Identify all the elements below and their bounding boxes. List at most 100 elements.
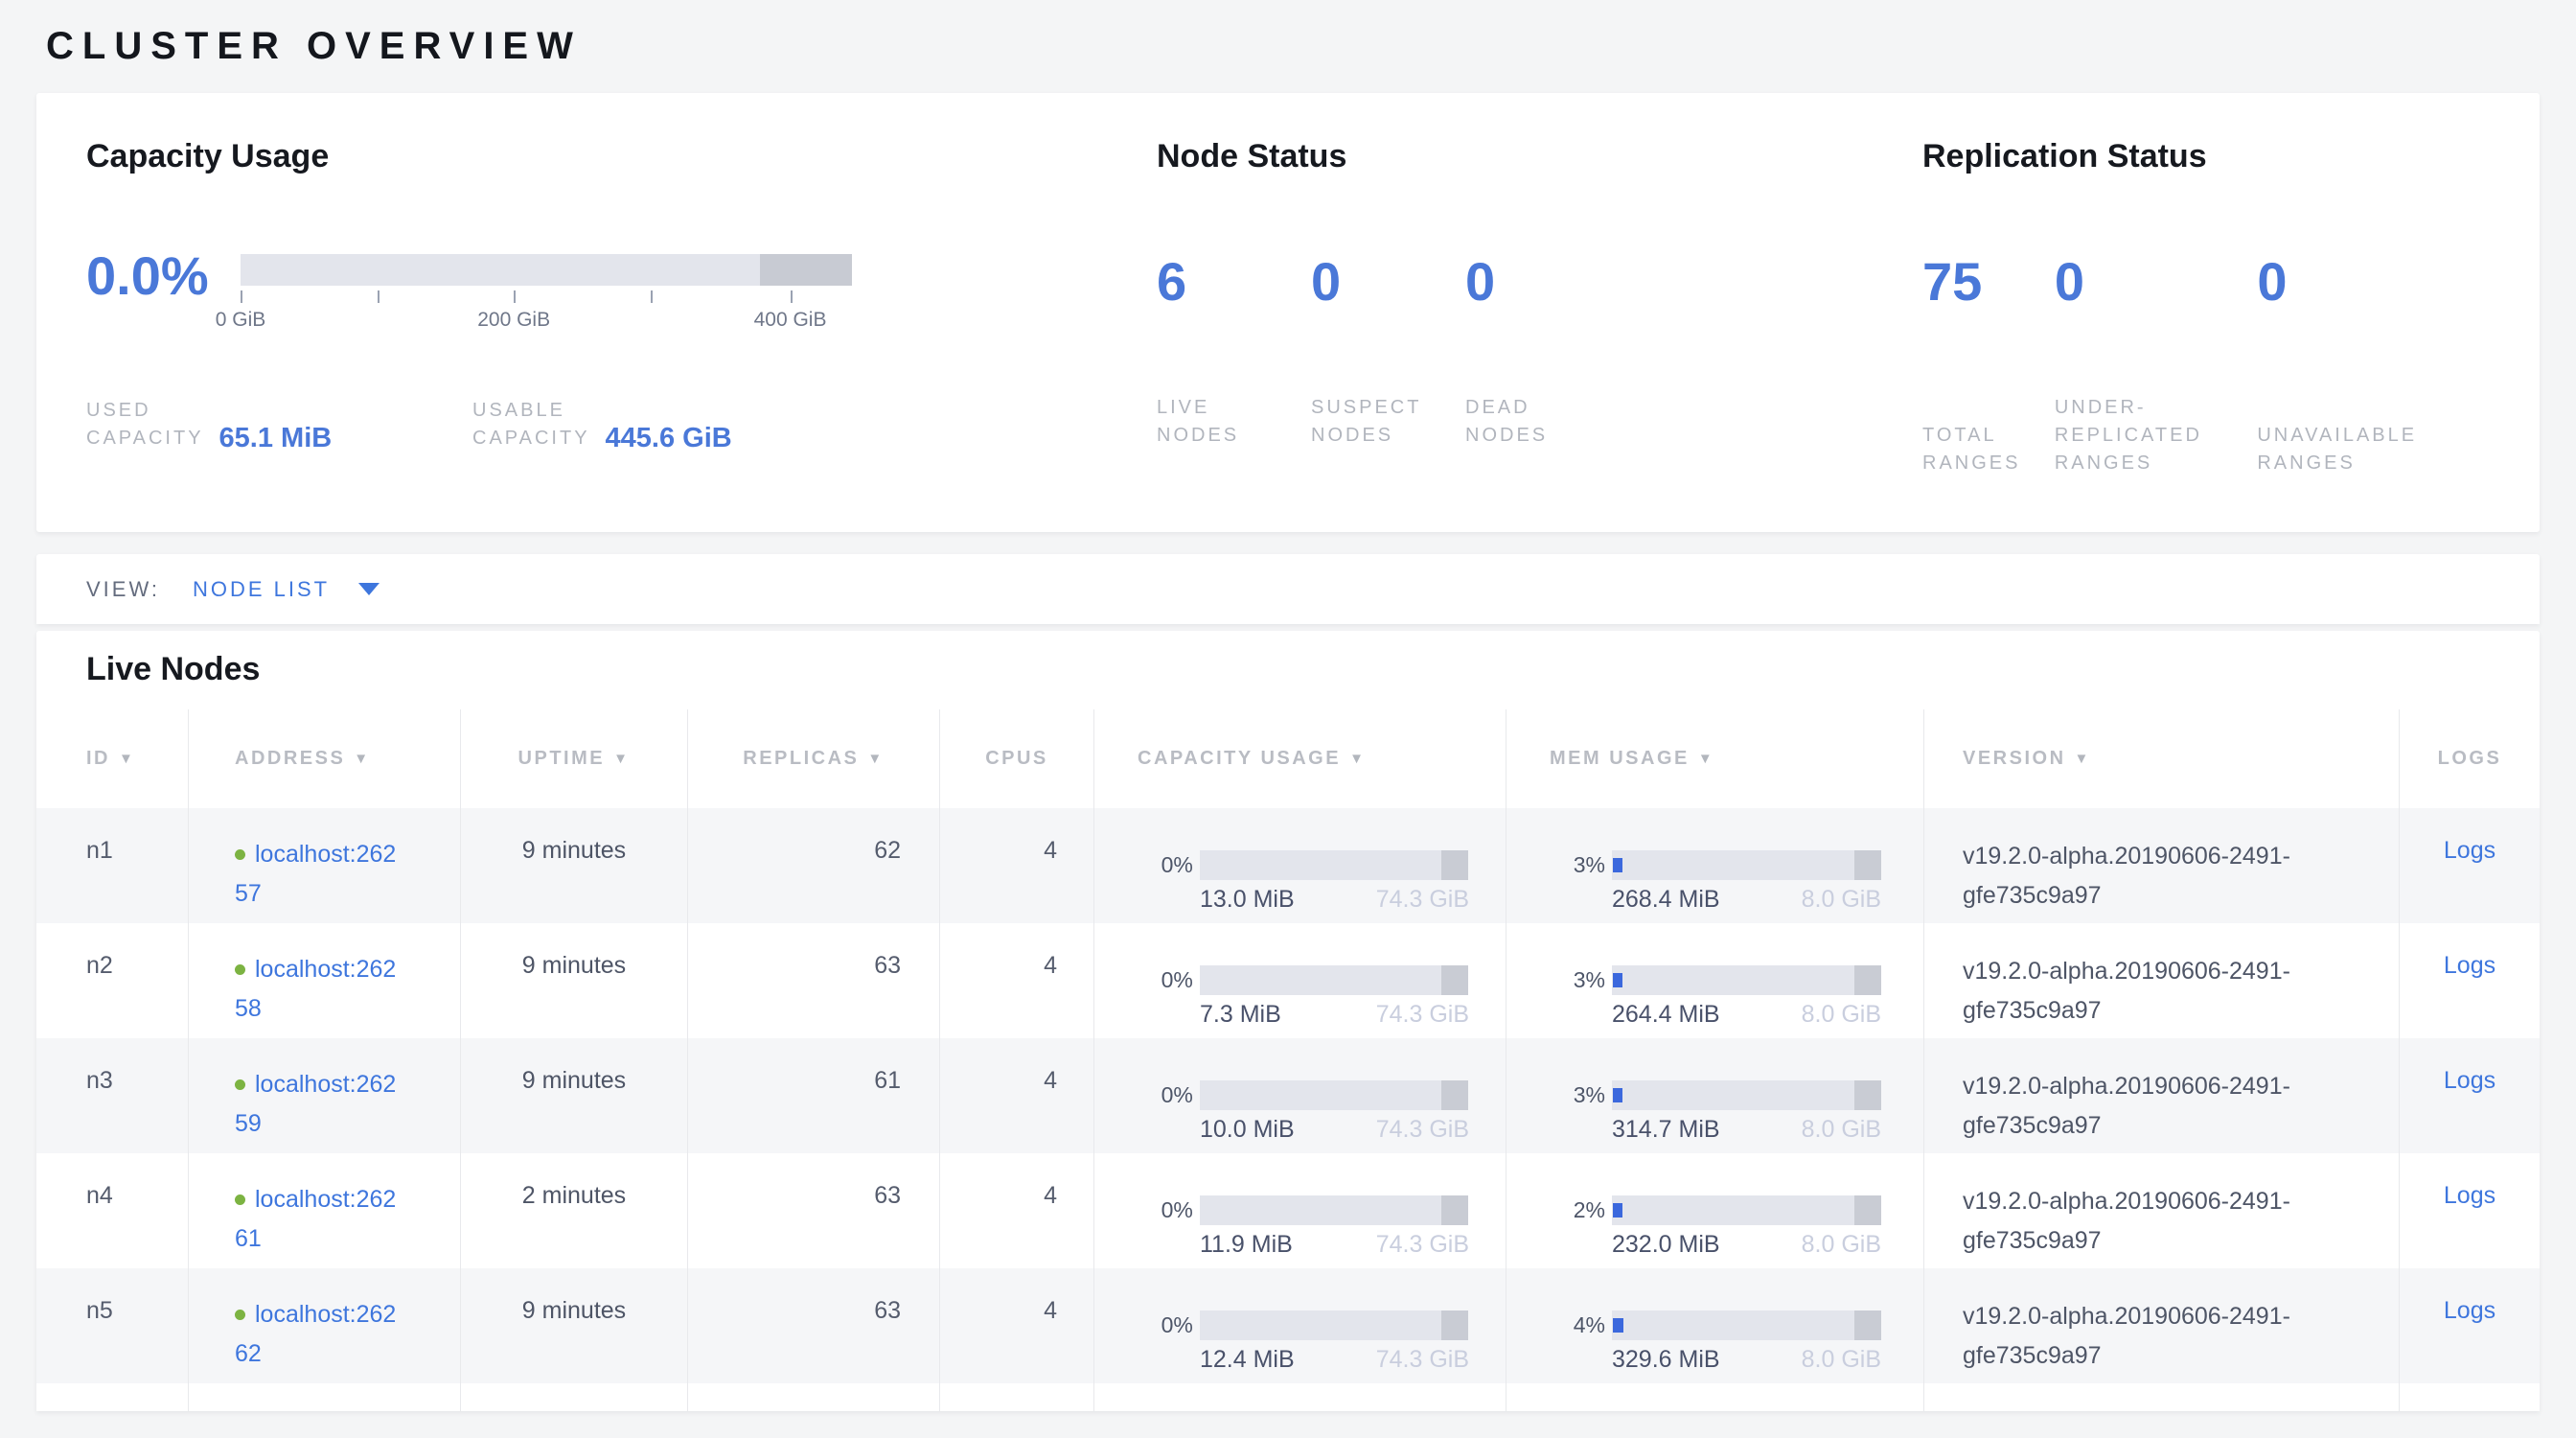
column-header-cpus: CPUS (940, 709, 1094, 808)
node-version: v19.2.0-alpha.20190606-2491-gfe735c9a97 (1924, 923, 2400, 1038)
logs-link[interactable]: Logs (2444, 837, 2496, 864)
column-header-mem-usage-label: MEM USAGE (1550, 748, 1690, 770)
column-header-capacity-usage[interactable]: CAPACITY USAGE ▼ (1094, 709, 1506, 808)
table-row: n1 localhost:26257 9 minutes 62 4 0% 13.… (36, 808, 2540, 923)
node-version: v19.2.0-alpha.20190606-2491-gfe735c9a97 (1924, 1268, 2400, 1383)
column-header-version[interactable]: VERSION ▼ (1924, 709, 2400, 808)
under-replicated-ranges-label: UNDER-REPLICATED RANGES (2055, 394, 2256, 477)
capacity-used: 7.3 MiB (1200, 1001, 1281, 1029)
column-header-mem-usage[interactable]: MEM USAGE▼ (1506, 709, 1924, 808)
node-status-title: Node Status (1157, 135, 1922, 177)
capacity-percent: 0% (1138, 1080, 1193, 1110)
logs-link[interactable]: Logs (2444, 1182, 2496, 1209)
node-version: v19.2.0-alpha.20190606-2491-gfe735c9a97 (1924, 1153, 2400, 1268)
mem-total: 8.0 GiB (1802, 1116, 1881, 1144)
sort-arrow-icon: ▼ (867, 751, 884, 767)
column-header-address-label: ADDRESS (235, 748, 345, 770)
capacity-used: 13.0 MiB (1200, 886, 1295, 914)
capacity-usage-bar: 0 GiB 200 GiB 400 GiB (241, 254, 852, 336)
usable-capacity-stat: USABLE CAPACITY 445.6 GiB (472, 397, 732, 452)
mem-percent: 3% (1550, 965, 1605, 995)
sort-arrow-icon: ▼ (119, 751, 135, 767)
node-address-link[interactable]: localhost:26259 (235, 1071, 396, 1137)
capacity-total: 74.3 GiB (1376, 1346, 1469, 1374)
node-uptime: 9 minutes (461, 1268, 688, 1383)
mem-percent: 4% (1550, 1310, 1605, 1340)
node-uptime: 2 minutes (461, 1153, 688, 1268)
node-cpus: 4 (940, 808, 1094, 923)
node-address-link[interactable]: localhost:26261 (235, 1186, 396, 1252)
node-uptime: 9 minutes (461, 1038, 688, 1153)
capacity-axis-ticks (241, 290, 852, 306)
mem-usage-cell: 3% 268.4 MiB8.0 GiB (1506, 808, 1924, 923)
column-header-replicas[interactable]: REPLICAS ▼ (688, 709, 940, 808)
column-header-uptime[interactable]: UPTIME▼ (461, 709, 688, 808)
capacity-percent: 0% (1138, 965, 1193, 995)
view-selector-bar: VIEW: NODE LIST (36, 554, 2540, 624)
column-header-replicas-label: REPLICAS (743, 748, 859, 770)
node-cpus: 4 (940, 923, 1094, 1038)
mem-usage-cell: 2% 232.0 MiB8.0 GiB (1506, 1153, 1924, 1268)
node-id: n5 (36, 1268, 189, 1383)
capacity-usage-section: Capacity Usage 0.0% 0 GiB 200 GiB 400 Gi… (86, 135, 1157, 532)
node-address-link[interactable]: localhost:26257 (235, 841, 396, 907)
node-cpus: 4 (940, 1153, 1094, 1268)
capacity-bar-reserved-segment (760, 254, 852, 286)
column-header-address[interactable]: ADDRESS▼ (189, 709, 461, 808)
unavailable-ranges-count: 0 (2257, 252, 2459, 312)
used-capacity-label: USED (86, 397, 204, 425)
view-label: VIEW: (86, 577, 160, 602)
unavailable-ranges-label: UNAVAILABLE RANGES (2257, 422, 2459, 477)
replication-status-title: Replication Status (1922, 135, 2459, 177)
live-nodes-title: Live Nodes (86, 648, 2540, 690)
dead-nodes-count: 0 (1465, 252, 1620, 312)
node-address-link[interactable]: localhost:26262 (235, 1301, 396, 1367)
column-header-cpus-label: CPUS (985, 748, 1048, 770)
usable-capacity-value: 445.6 GiB (606, 423, 732, 454)
capacity-percent: 0% (1138, 1195, 1193, 1225)
sort-arrow-icon: ▼ (2075, 751, 2091, 767)
node-uptime: 9 minutes (461, 808, 688, 923)
suspect-nodes-count: 0 (1311, 252, 1465, 312)
table-row: n4 localhost:26261 2 minutes 63 4 0% 11.… (36, 1153, 2540, 1268)
column-header-version-label: VERSION (1963, 748, 2066, 770)
mem-percent: 3% (1550, 850, 1605, 880)
logs-link[interactable]: Logs (2444, 1067, 2496, 1094)
mem-total: 8.0 GiB (1802, 1346, 1881, 1374)
sort-arrow-icon: ▼ (1349, 751, 1366, 767)
view-dropdown[interactable]: NODE LIST (193, 577, 380, 602)
node-cpus: 4 (940, 1268, 1094, 1383)
mem-percent: 3% (1550, 1080, 1605, 1110)
capacity-bar (1200, 850, 1468, 880)
node-address-cell: localhost:26262 (189, 1268, 461, 1383)
mem-used: 268.4 MiB (1612, 886, 1720, 914)
mem-total: 8.0 GiB (1802, 1231, 1881, 1259)
capacity-total: 74.3 GiB (1376, 886, 1469, 914)
under-replicated-ranges-count: 0 (2055, 252, 2258, 312)
capacity-total: 74.3 GiB (1376, 1231, 1469, 1259)
total-ranges-label: TOTAL RANGES (1922, 422, 2052, 477)
column-header-logs: LOGS (2400, 709, 2540, 808)
mem-usage-cell: 4% 329.6 MiB8.0 GiB (1506, 1268, 1924, 1383)
live-nodes-card: Live Nodes ID▼ ADDRESS▼ UPTIME▼ REPLICAS… (36, 631, 2540, 1411)
node-version: v19.2.0-alpha.20190606-2491-gfe735c9a97 (1924, 1038, 2400, 1153)
mem-total: 8.0 GiB (1802, 1001, 1881, 1029)
live-status-dot-icon (235, 1310, 245, 1320)
column-header-id[interactable]: ID▼ (36, 709, 189, 808)
node-id: n3 (36, 1038, 189, 1153)
mem-percent: 2% (1550, 1195, 1605, 1225)
node-replicas: 62 (688, 808, 940, 923)
node-address-link[interactable]: localhost:26258 (235, 956, 396, 1022)
view-dropdown-value[interactable]: NODE LIST (193, 577, 330, 602)
capacity-usage-cell: 0% 10.0 MiB74.3 GiB (1094, 1038, 1506, 1153)
node-replicas: 63 (688, 923, 940, 1038)
table-row-partial (36, 1383, 2540, 1411)
column-header-capacity-usage-label: CAPACITY USAGE (1138, 748, 1341, 770)
live-status-dot-icon (235, 849, 245, 860)
capacity-bar (1200, 1195, 1468, 1225)
logs-link[interactable]: Logs (2444, 952, 2496, 979)
logs-link[interactable]: Logs (2444, 1297, 2496, 1324)
replication-status-section: Replication Status 75 0 0 TOTAL RANGES U… (1922, 135, 2459, 532)
node-replicas: 63 (688, 1153, 940, 1268)
table-row: n2 localhost:26258 9 minutes 63 4 0% 7.3… (36, 923, 2540, 1038)
